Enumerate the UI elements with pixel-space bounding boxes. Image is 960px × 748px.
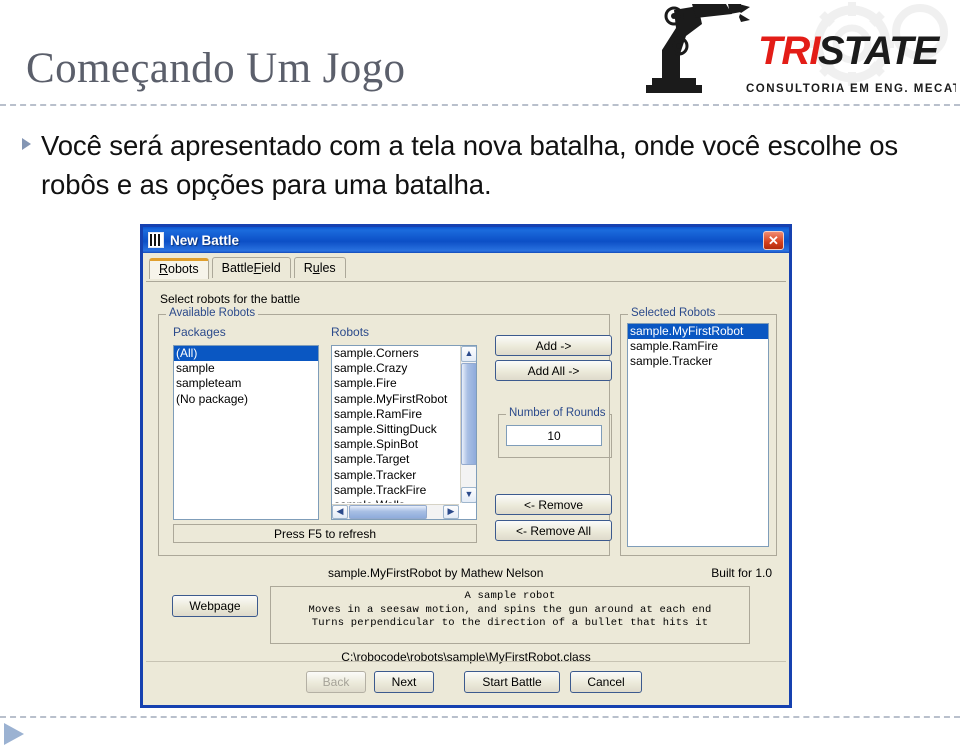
instruction-label: Select robots for the battle (160, 292, 301, 306)
scroll-up-icon[interactable]: ▲ (461, 346, 476, 362)
list-item[interactable]: sample.Crazy (332, 361, 459, 376)
scroll-thumb[interactable] (349, 505, 427, 519)
dialog-button-bar: Back Next Start Battle Cancel (146, 661, 786, 702)
robot-byline: sample.MyFirstRobot by Mathew Nelson (328, 566, 544, 580)
tab-battlefield[interactable]: BattleField (211, 257, 291, 278)
refresh-hint: Press F5 to refresh (173, 524, 477, 543)
logo-brand-first: TRI (758, 29, 821, 73)
robocode-icon (148, 232, 164, 248)
tristate-logo: TRI STATE CONSULTORIA EM ENG. MECATRÔNIC… (640, 2, 956, 102)
list-item[interactable]: sampleteam (174, 376, 318, 391)
robots-label: Robots (331, 325, 370, 339)
scroll-right-icon[interactable]: ▶ (443, 505, 459, 519)
available-robots-title: Available Robots (166, 307, 259, 319)
list-item[interactable]: sample.Tracker (332, 468, 459, 483)
logo-brand-second: STATE (818, 29, 940, 73)
start-battle-button[interactable]: Start Battle (464, 671, 560, 693)
packages-listbox[interactable]: (All) sample sampleteam (No package) (173, 345, 319, 520)
list-item[interactable]: sample.SpinBot (332, 437, 459, 452)
built-for-label: Built for 1.0 (711, 566, 772, 580)
list-item[interactable]: sample.MyFirstRobot (628, 324, 768, 340)
list-item[interactable]: (All) (174, 346, 318, 362)
list-item[interactable]: sample (174, 361, 318, 376)
rounds-group: Number of Rounds 10 (498, 407, 612, 458)
remove-button[interactable]: <- Remove (495, 494, 612, 515)
robots-list-viewport: sample.Corners sample.Crazy sample.Fire … (332, 346, 459, 503)
selected-robots-group: Selected Robots sample.MyFirstRobot samp… (620, 307, 777, 556)
list-item[interactable]: sample.Target (332, 452, 459, 467)
description-line: Moves in a seesaw motion, and spins the … (308, 603, 712, 616)
bullet-text: Você será apresentado com a tela nova ba… (41, 130, 899, 201)
list-item[interactable]: sample.SittingDuck (332, 422, 459, 437)
list-item[interactable]: sample.Corners (332, 346, 459, 361)
logo-graphic: TRI STATE CONSULTORIA EM ENG. MECATRÔNIC… (646, 2, 956, 95)
new-battle-dialog: New Battle ✕ Robots BattleField Rules Se… (140, 224, 792, 708)
list-item[interactable]: sample.TrackFire (332, 483, 459, 498)
next-slide-arrow-icon[interactable] (4, 723, 24, 745)
description-line: Turns perpendicular to the direction of … (311, 617, 709, 629)
list-item[interactable]: sample.RamFire (332, 407, 459, 422)
remove-all-button[interactable]: <- Remove All (495, 520, 612, 541)
robots-listbox[interactable]: sample.Corners sample.Crazy sample.Fire … (331, 345, 477, 520)
list-item[interactable]: sample.MyFirstRobot (332, 392, 459, 407)
list-item[interactable]: sample.Tracker (628, 354, 768, 369)
description-line: A sample robot (464, 590, 556, 602)
robot-arm-icon (646, 4, 750, 93)
add-button[interactable]: Add -> (495, 335, 612, 356)
tab-robots[interactable]: Robots (149, 258, 209, 279)
bottom-divider (0, 716, 960, 718)
tab-bar: Robots BattleField Rules (143, 253, 789, 279)
page-title: Começando Um Jogo (26, 45, 406, 92)
robots-horizontal-scrollbar[interactable]: ◀ ▶ (332, 504, 459, 519)
add-all-button[interactable]: Add All -> (495, 360, 612, 381)
robot-description: A sample robot Moves in a seesaw motion,… (270, 586, 750, 644)
list-item[interactable]: sample.Walls (332, 498, 459, 503)
list-item: Você será apresentado com a tela nova ba… (22, 126, 938, 204)
selected-robots-title: Selected Robots (628, 307, 719, 319)
triangle-bullet-icon (22, 138, 31, 150)
back-button: Back (306, 671, 366, 693)
bullet-list: Você será apresentado com a tela nova ba… (22, 126, 938, 204)
scroll-thumb[interactable] (461, 363, 476, 465)
tab-rules[interactable]: Rules (293, 257, 346, 278)
list-item[interactable]: sample.RamFire (628, 339, 768, 354)
scroll-down-icon[interactable]: ▼ (461, 487, 476, 503)
list-item[interactable]: (No package) (174, 392, 318, 407)
next-button[interactable]: Next (374, 671, 434, 693)
rounds-title: Number of Rounds (506, 407, 609, 419)
title-divider (0, 104, 960, 106)
close-icon[interactable]: ✕ (763, 230, 784, 250)
robots-tab-panel: Select robots for the battle Available R… (146, 281, 786, 702)
dialog-titlebar[interactable]: New Battle ✕ (143, 227, 789, 253)
logo-tagline: CONSULTORIA EM ENG. MECATRÔNICA (746, 82, 956, 95)
dialog-title: New Battle (170, 232, 240, 248)
scroll-left-icon[interactable]: ◀ (332, 505, 348, 519)
list-item[interactable]: sample.Fire (332, 376, 459, 391)
rounds-input[interactable]: 10 (506, 425, 602, 446)
cancel-button[interactable]: Cancel (570, 671, 642, 693)
packages-label: Packages (173, 325, 226, 339)
robots-vertical-scrollbar[interactable]: ▲ ▼ (460, 346, 476, 503)
selected-robots-listbox[interactable]: sample.MyFirstRobot sample.RamFire sampl… (627, 323, 769, 547)
webpage-button[interactable]: Webpage (172, 595, 258, 617)
